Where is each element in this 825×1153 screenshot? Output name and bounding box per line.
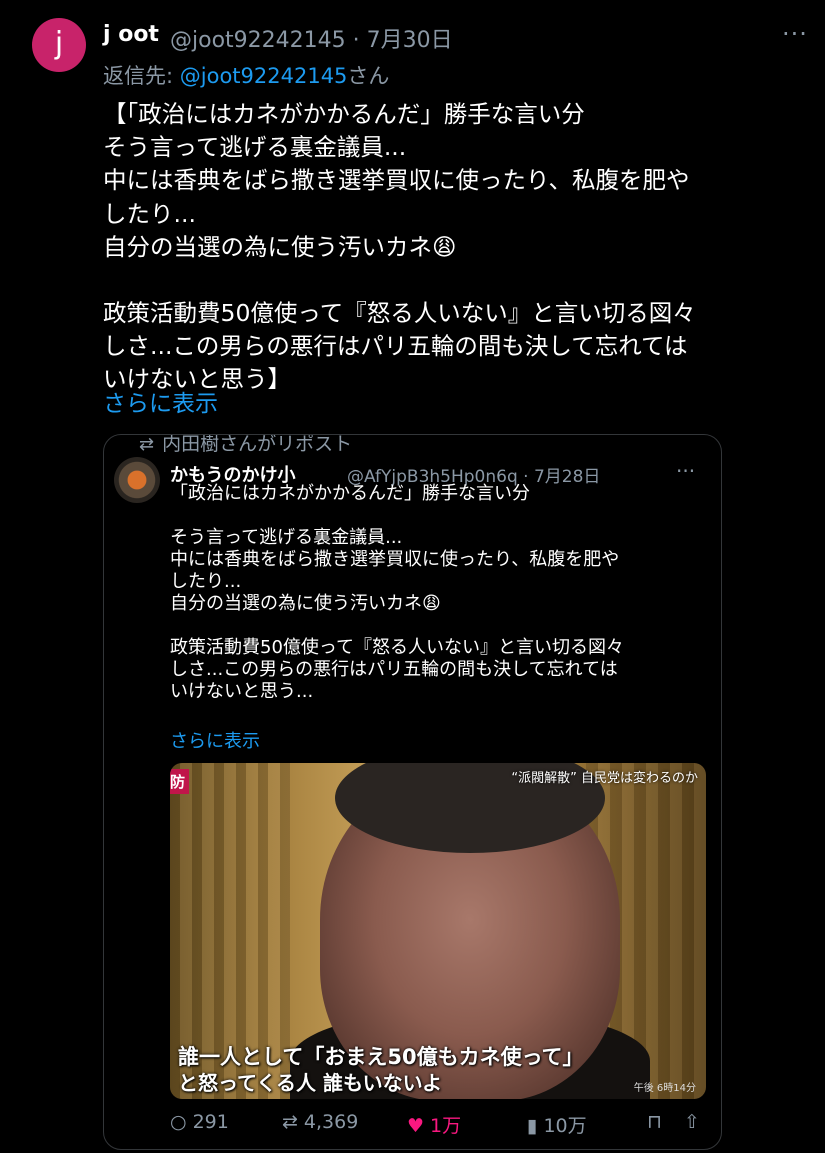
like-button[interactable]: ♥ 1万: [407, 1111, 461, 1138]
quoted-line: 中には香典をばら撒き選挙買収に使ったり、私腹を肥や: [170, 549, 620, 570]
repost-label: 内田樹さんがリポスト: [162, 434, 353, 455]
post-line: 【「政治にはカネがかかるんだ」勝手な言い分: [103, 100, 585, 128]
quoted-post-card[interactable]: ⇄ 内田樹さんがリポスト かもうのかけ小 @AfYjpB3h5Hp0n6q · 7…: [103, 434, 722, 1150]
views-count: 10万: [543, 1115, 587, 1137]
repost-button[interactable]: ⇄ 4,369: [282, 1111, 358, 1133]
quoted-line: 自分の当選の為に使う汚いカネ😩: [170, 593, 441, 614]
post-date[interactable]: 7月30日: [367, 28, 453, 53]
bookmark-button[interactable]: ⊓: [647, 1111, 662, 1133]
reply-to-line: 返信先: @joot92242145さん: [103, 60, 389, 90]
broadcast-time: 午後 6時14分: [633, 1083, 696, 1094]
repost-icon: ⇄: [139, 434, 155, 455]
share-icon: ⇧: [684, 1111, 700, 1133]
post-line: 自分の当選の為に使う汚いカネ😩: [103, 232, 457, 261]
reply-icon: ○: [170, 1111, 187, 1133]
post-line: 政策活動費50億使って『怒る人いない』と言い切る図々: [103, 299, 696, 328]
more-options-icon[interactable]: ···: [782, 20, 808, 48]
author-handle[interactable]: @joot92242145: [170, 28, 346, 53]
quoted-line-blank: [170, 615, 710, 637]
quoted-line: いけないと思う...: [170, 681, 314, 702]
quoted-post-body: 「政治にはカネがかかるんだ」勝手な言い分 そう言って逃げる裏金議員... 中には…: [170, 483, 710, 703]
show-more-link[interactable]: さらに表示: [103, 384, 218, 418]
broadcast-headline-tag: “派閥解散” 自民党は変わるのか: [511, 771, 698, 786]
share-button[interactable]: ⇧: [684, 1111, 700, 1133]
quoted-avatar[interactable]: [114, 457, 160, 503]
reply-button[interactable]: ○ 291: [170, 1111, 229, 1133]
reply-handle-link[interactable]: @joot92242145: [180, 64, 348, 88]
author-name[interactable]: j oot: [103, 22, 159, 47]
post-line: 中には香典をばら撒き選挙買収に使ったり、私腹を肥や: [103, 166, 690, 195]
post-line: したり...: [103, 199, 196, 228]
tv-channel-logo: 防: [170, 769, 190, 794]
quoted-line-blank: [170, 505, 710, 527]
reply-suffix: さん: [347, 64, 390, 88]
heart-icon: ♥: [407, 1115, 425, 1137]
post-line: しさ...この男らの悪行はパリ五輪の間も決して忘れては: [103, 332, 688, 361]
news-photo[interactable]: 防 “派閥解散” 自民党は変わるのか 誰一人として「おまえ50億もカネ使って」 …: [170, 763, 706, 1099]
quoted-line: 政策活動費50億使って『怒る人いない』と言い切る図々: [170, 637, 625, 658]
repost-icon: ⇄: [282, 1111, 298, 1133]
views-button[interactable]: ▮ 10万: [527, 1111, 587, 1138]
quoted-show-more-link[interactable]: さらに表示: [170, 727, 260, 753]
repost-count: 4,369: [303, 1111, 359, 1133]
caption-line-2: と怒ってくる人 誰もいないよ: [178, 1071, 443, 1095]
post-line: そう言って逃げる裏金議員...: [103, 133, 407, 162]
quoted-line: 「政治にはカネがかかるんだ」勝手な言い分: [170, 483, 530, 504]
quoted-line: したり...: [170, 571, 242, 592]
action-bar: ○ 291 ⇄ 4,369 ♥ 1万 ▮ 10万 ⊓ ⇧: [162, 1111, 712, 1141]
post-body: 【「政治にはカネがかかるんだ」勝手な言い分 そう言って逃げる裏金議員... 中に…: [103, 98, 803, 397]
meta-separator: ·: [345, 28, 367, 53]
bookmark-icon: ⊓: [647, 1111, 662, 1133]
reply-count: 291: [192, 1111, 229, 1133]
author-meta: @joot92242145 · 7月30日: [170, 22, 453, 54]
quoted-line: しさ...この男らの悪行はパリ五輪の間も決して忘れては: [170, 659, 618, 680]
post-line-blank: [103, 264, 803, 297]
like-count: 1万: [430, 1115, 462, 1137]
repost-indicator: ⇄ 内田樹さんがリポスト: [139, 434, 353, 456]
quoted-more-options-icon[interactable]: ···: [676, 459, 695, 483]
reply-prefix: 返信先:: [103, 64, 180, 88]
views-chart-icon: ▮: [527, 1115, 538, 1137]
quoted-line: そう言って逃げる裏金議員...: [170, 527, 403, 548]
avatar[interactable]: j: [32, 18, 86, 72]
